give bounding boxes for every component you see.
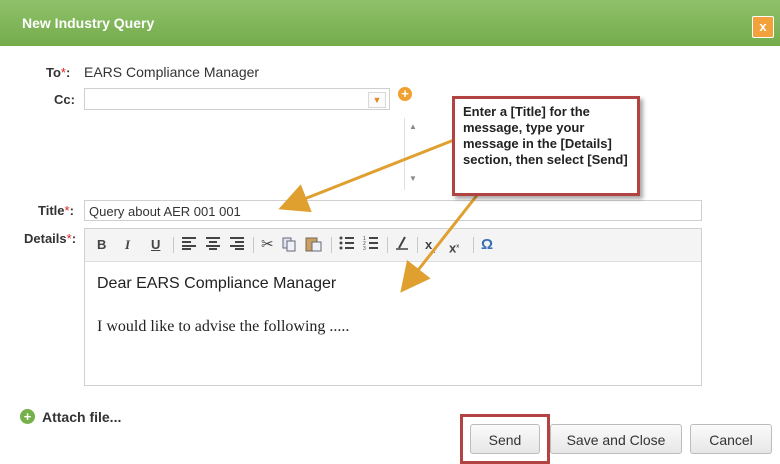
callout-text: Enter a [Title] for the message, type yo… xyxy=(463,104,628,167)
attach-add-icon[interactable]: + xyxy=(20,409,35,424)
attach-file-link[interactable]: Attach file... xyxy=(42,409,121,425)
arrow-to-details xyxy=(400,193,480,293)
save-and-close-button[interactable]: Save and Close xyxy=(550,424,682,454)
arrow-to-title xyxy=(278,138,455,213)
cancel-button[interactable]: Cancel xyxy=(690,424,772,454)
instruction-callout: Enter a [Title] for the message, type yo… xyxy=(452,96,640,196)
annotation-arrows xyxy=(278,138,480,293)
send-button[interactable]: Send xyxy=(470,424,540,454)
